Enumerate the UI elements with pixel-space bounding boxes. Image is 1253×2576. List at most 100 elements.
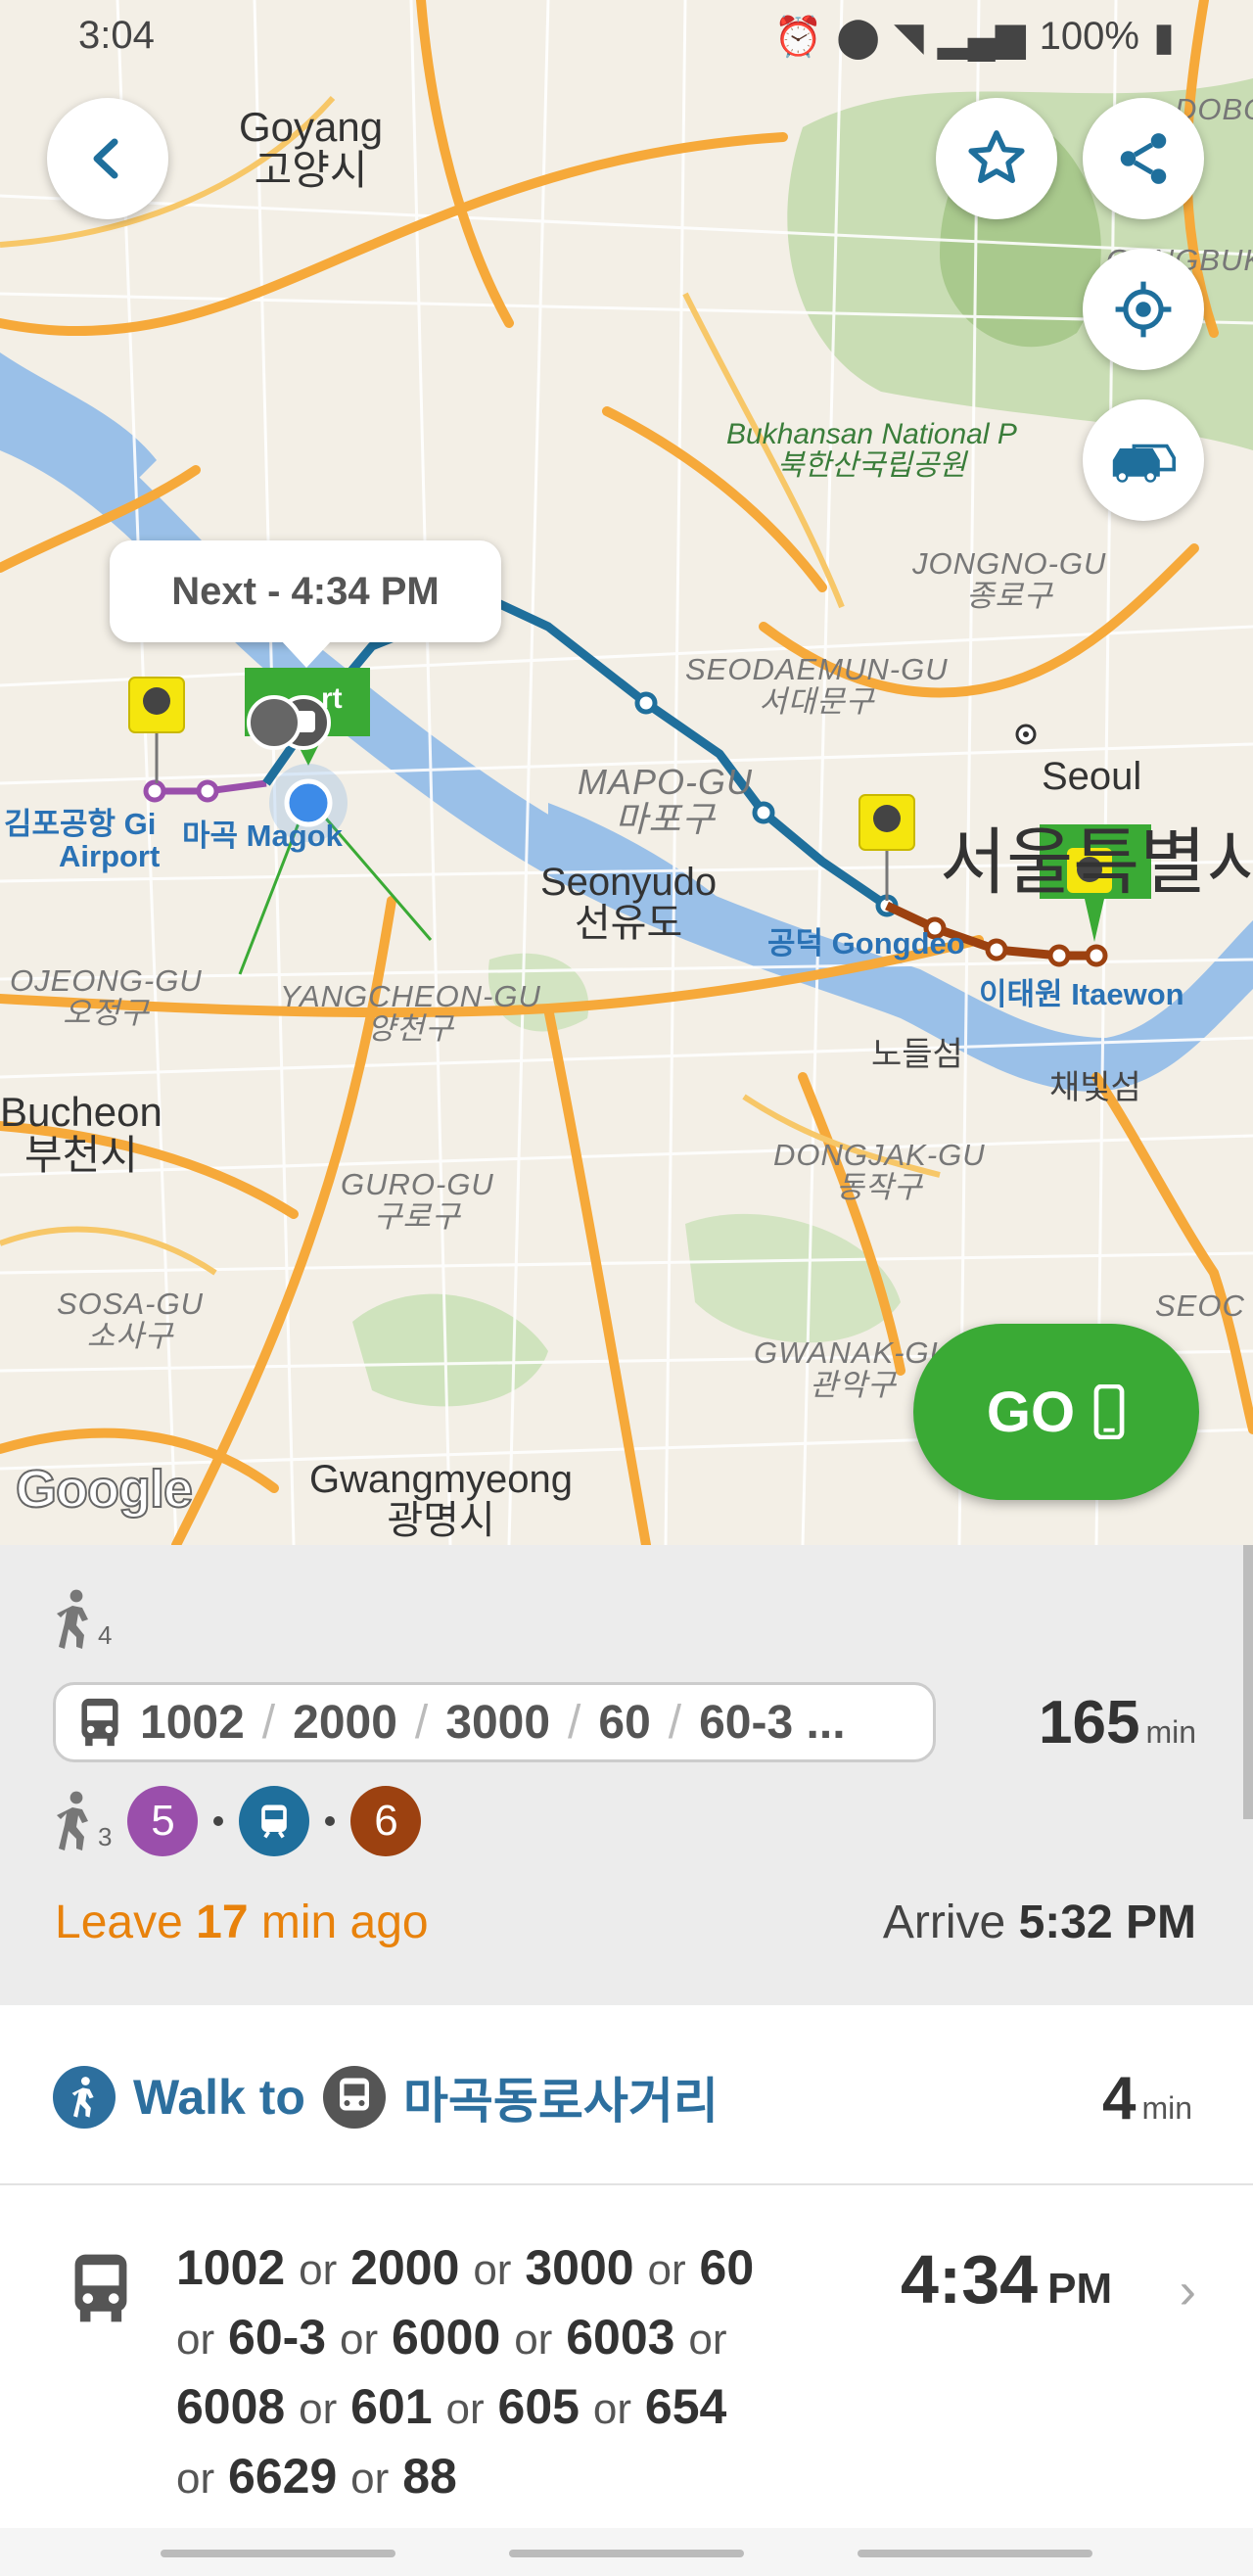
bus-route: 60 xyxy=(699,2240,755,2295)
arrive-label: Arrive xyxy=(882,1897,1006,1948)
walking-icon xyxy=(71,2077,94,2118)
map-label-seoul-korean: 서울특별시 xyxy=(940,821,1253,903)
nav-gesture-right[interactable] xyxy=(858,2550,1092,2557)
nav-gesture-center[interactable] xyxy=(509,2550,744,2557)
walk-duration-value: 4 xyxy=(1101,2065,1137,2132)
map-label-magok: 마곡 Magok xyxy=(182,819,343,853)
route-separator: / xyxy=(414,1696,429,1749)
map-label-dongjak: DONGJAK-GU 동작구 xyxy=(773,1138,986,1204)
walk-duration-unit: min xyxy=(1141,2090,1192,2126)
bus-route: 605 xyxy=(497,2379,580,2434)
or-text: or xyxy=(176,2455,215,2503)
map-label-guro: GURO-GU 구로구 xyxy=(341,1167,494,1234)
map-label-seodaemun: SEODAEMUN-GU 서대문구 xyxy=(685,652,949,719)
metro-icon xyxy=(261,1804,288,1839)
bus-time-ampm: PM xyxy=(1047,2265,1113,2313)
step-bus[interactable]: 1002 or 2000 or 3000 or 60 or 60-3 or 60… xyxy=(0,2185,1253,2528)
walk-start: 4 xyxy=(53,1588,112,1651)
scrollbar[interactable] xyxy=(1243,1545,1253,1819)
go-button[interactable]: GO xyxy=(913,1324,1199,1500)
location-icon: ⬤ xyxy=(836,15,881,59)
map-label-gimpo-airport: 김포공항 Gi Airport xyxy=(3,807,161,873)
route-separator: / xyxy=(668,1696,682,1749)
walk-transfer-count: 3 xyxy=(98,1822,113,1851)
alarm-icon: ⏰ xyxy=(773,16,823,59)
or-text: or xyxy=(647,2246,686,2294)
chevron-right-icon[interactable]: › xyxy=(1180,2262,1196,2320)
walk-duration: 4 min xyxy=(1102,2064,1192,2133)
traffic-button[interactable] xyxy=(1083,399,1204,521)
trip-duration-value: 165 xyxy=(1038,1689,1140,1756)
bus-route: 654 xyxy=(644,2379,727,2434)
or-text: or xyxy=(176,2316,215,2364)
bus-route-list: 1002 or 2000 or 3000 or 60 or 60-3 or 60… xyxy=(176,2234,861,2512)
leave-suffix: min ago xyxy=(260,1897,429,1948)
map-label-goyang: Goyang 고양시 xyxy=(239,104,384,194)
battery-percent: 100% xyxy=(1039,15,1139,58)
map-label-seonyudo: Seonyudo 선유도 xyxy=(540,861,718,945)
back-button[interactable] xyxy=(47,98,168,219)
phone-icon xyxy=(1093,1384,1125,1439)
or-text: or xyxy=(340,2316,379,2364)
map-label-sosa: SOSA-GU 소사구 xyxy=(57,1287,204,1353)
leave-prefix: Leave xyxy=(55,1897,183,1948)
metro-badge xyxy=(239,1786,310,1856)
or-text: or xyxy=(514,2316,553,2364)
or-text: or xyxy=(592,2385,632,2433)
next-departure-bubble[interactable]: Next - 4:34 PM xyxy=(110,540,501,668)
leave-value: 17 xyxy=(196,1897,249,1948)
walk-to-label: Walk to xyxy=(133,2070,305,2125)
route-number: 1002 xyxy=(140,1696,245,1749)
start-marker-label: rt xyxy=(321,682,343,715)
route-number: 2000 xyxy=(293,1696,397,1749)
map-label-gongdeok: 공덕 Gongdeo xyxy=(767,926,965,960)
bus-route: 6000 xyxy=(392,2310,501,2365)
map-view[interactable]: Goyang 고양시 Bukhansan National P 북한산국립공원 JO… xyxy=(0,0,1253,1545)
share-icon xyxy=(1120,133,1167,184)
or-text: or xyxy=(445,2385,485,2433)
route-number: 3000 xyxy=(445,1696,551,1749)
chevron-left-icon xyxy=(93,138,118,179)
map-label-chaebitseom: 채빛섬 xyxy=(1049,1069,1141,1106)
map-label-nodeulseom: 노들섬 xyxy=(871,1036,963,1073)
bus-route: 60-3 xyxy=(228,2310,327,2365)
map-label-ojeong: OJEONG-GU 오정구 xyxy=(10,963,203,1030)
map-label-mapo: MAPO-GU 마포구 xyxy=(578,762,754,839)
transit-lines: 3 5 6 xyxy=(53,1786,422,1856)
or-text: or xyxy=(299,2246,338,2294)
route-summary[interactable]: 4 1002 / 2000 / 3000 / 60 / 60-3 ... 165… xyxy=(0,1545,1253,2005)
or-text: or xyxy=(299,2385,338,2433)
bus-departure-time: 4:34 PM xyxy=(901,2240,1112,2318)
bus-route: 6008 xyxy=(176,2379,286,2434)
map-label-itaewon: 이태원 Itaewon xyxy=(979,977,1184,1011)
map-label-gwangmyeong: Gwangmyeong 광명시 xyxy=(309,1458,574,1542)
step-walk[interactable]: Walk to 마곡동로사거리 4 min xyxy=(0,2005,1253,2185)
line-separator-dot xyxy=(325,1816,336,1826)
walking-icon xyxy=(57,1791,88,1850)
map-label-seocho-partial: SEOC xyxy=(1155,1288,1245,1323)
trip-duration: 165 min xyxy=(1039,1688,1196,1757)
favorite-button[interactable] xyxy=(936,98,1057,219)
bus-route: 6003 xyxy=(566,2310,675,2365)
stop-name: 마곡동로사거리 xyxy=(402,2074,719,2129)
bus-route: 601 xyxy=(350,2379,433,2434)
go-button-label: GO xyxy=(986,1380,1076,1444)
my-location-button[interactable] xyxy=(1083,249,1204,370)
or-text: or xyxy=(473,2246,512,2294)
bus-icon xyxy=(339,2078,369,2111)
nav-gesture-left[interactable] xyxy=(161,2550,395,2557)
leave-time: Leave 17 min ago xyxy=(55,1896,429,1949)
google-watermark: Google xyxy=(15,1459,194,1520)
map-label-bukhansan: Bukhansan National P 북한산국립공원 xyxy=(726,418,1017,482)
bus-route: 2000 xyxy=(350,2240,460,2295)
wifi-icon: ◥ xyxy=(894,15,924,59)
map-label-jongno: JONGNO-GU 종로구 xyxy=(912,546,1107,613)
bus-step-icon xyxy=(69,2252,133,2329)
share-button[interactable] xyxy=(1083,98,1204,219)
arrive-time: Arrive 5:32 PM xyxy=(883,1896,1196,1949)
navigation-bar xyxy=(0,2528,1253,2576)
traffic-icon xyxy=(1112,444,1176,483)
line-separator-dot xyxy=(213,1816,224,1826)
battery-icon: ▮ xyxy=(1152,15,1175,59)
bus-route: 88 xyxy=(402,2449,457,2504)
